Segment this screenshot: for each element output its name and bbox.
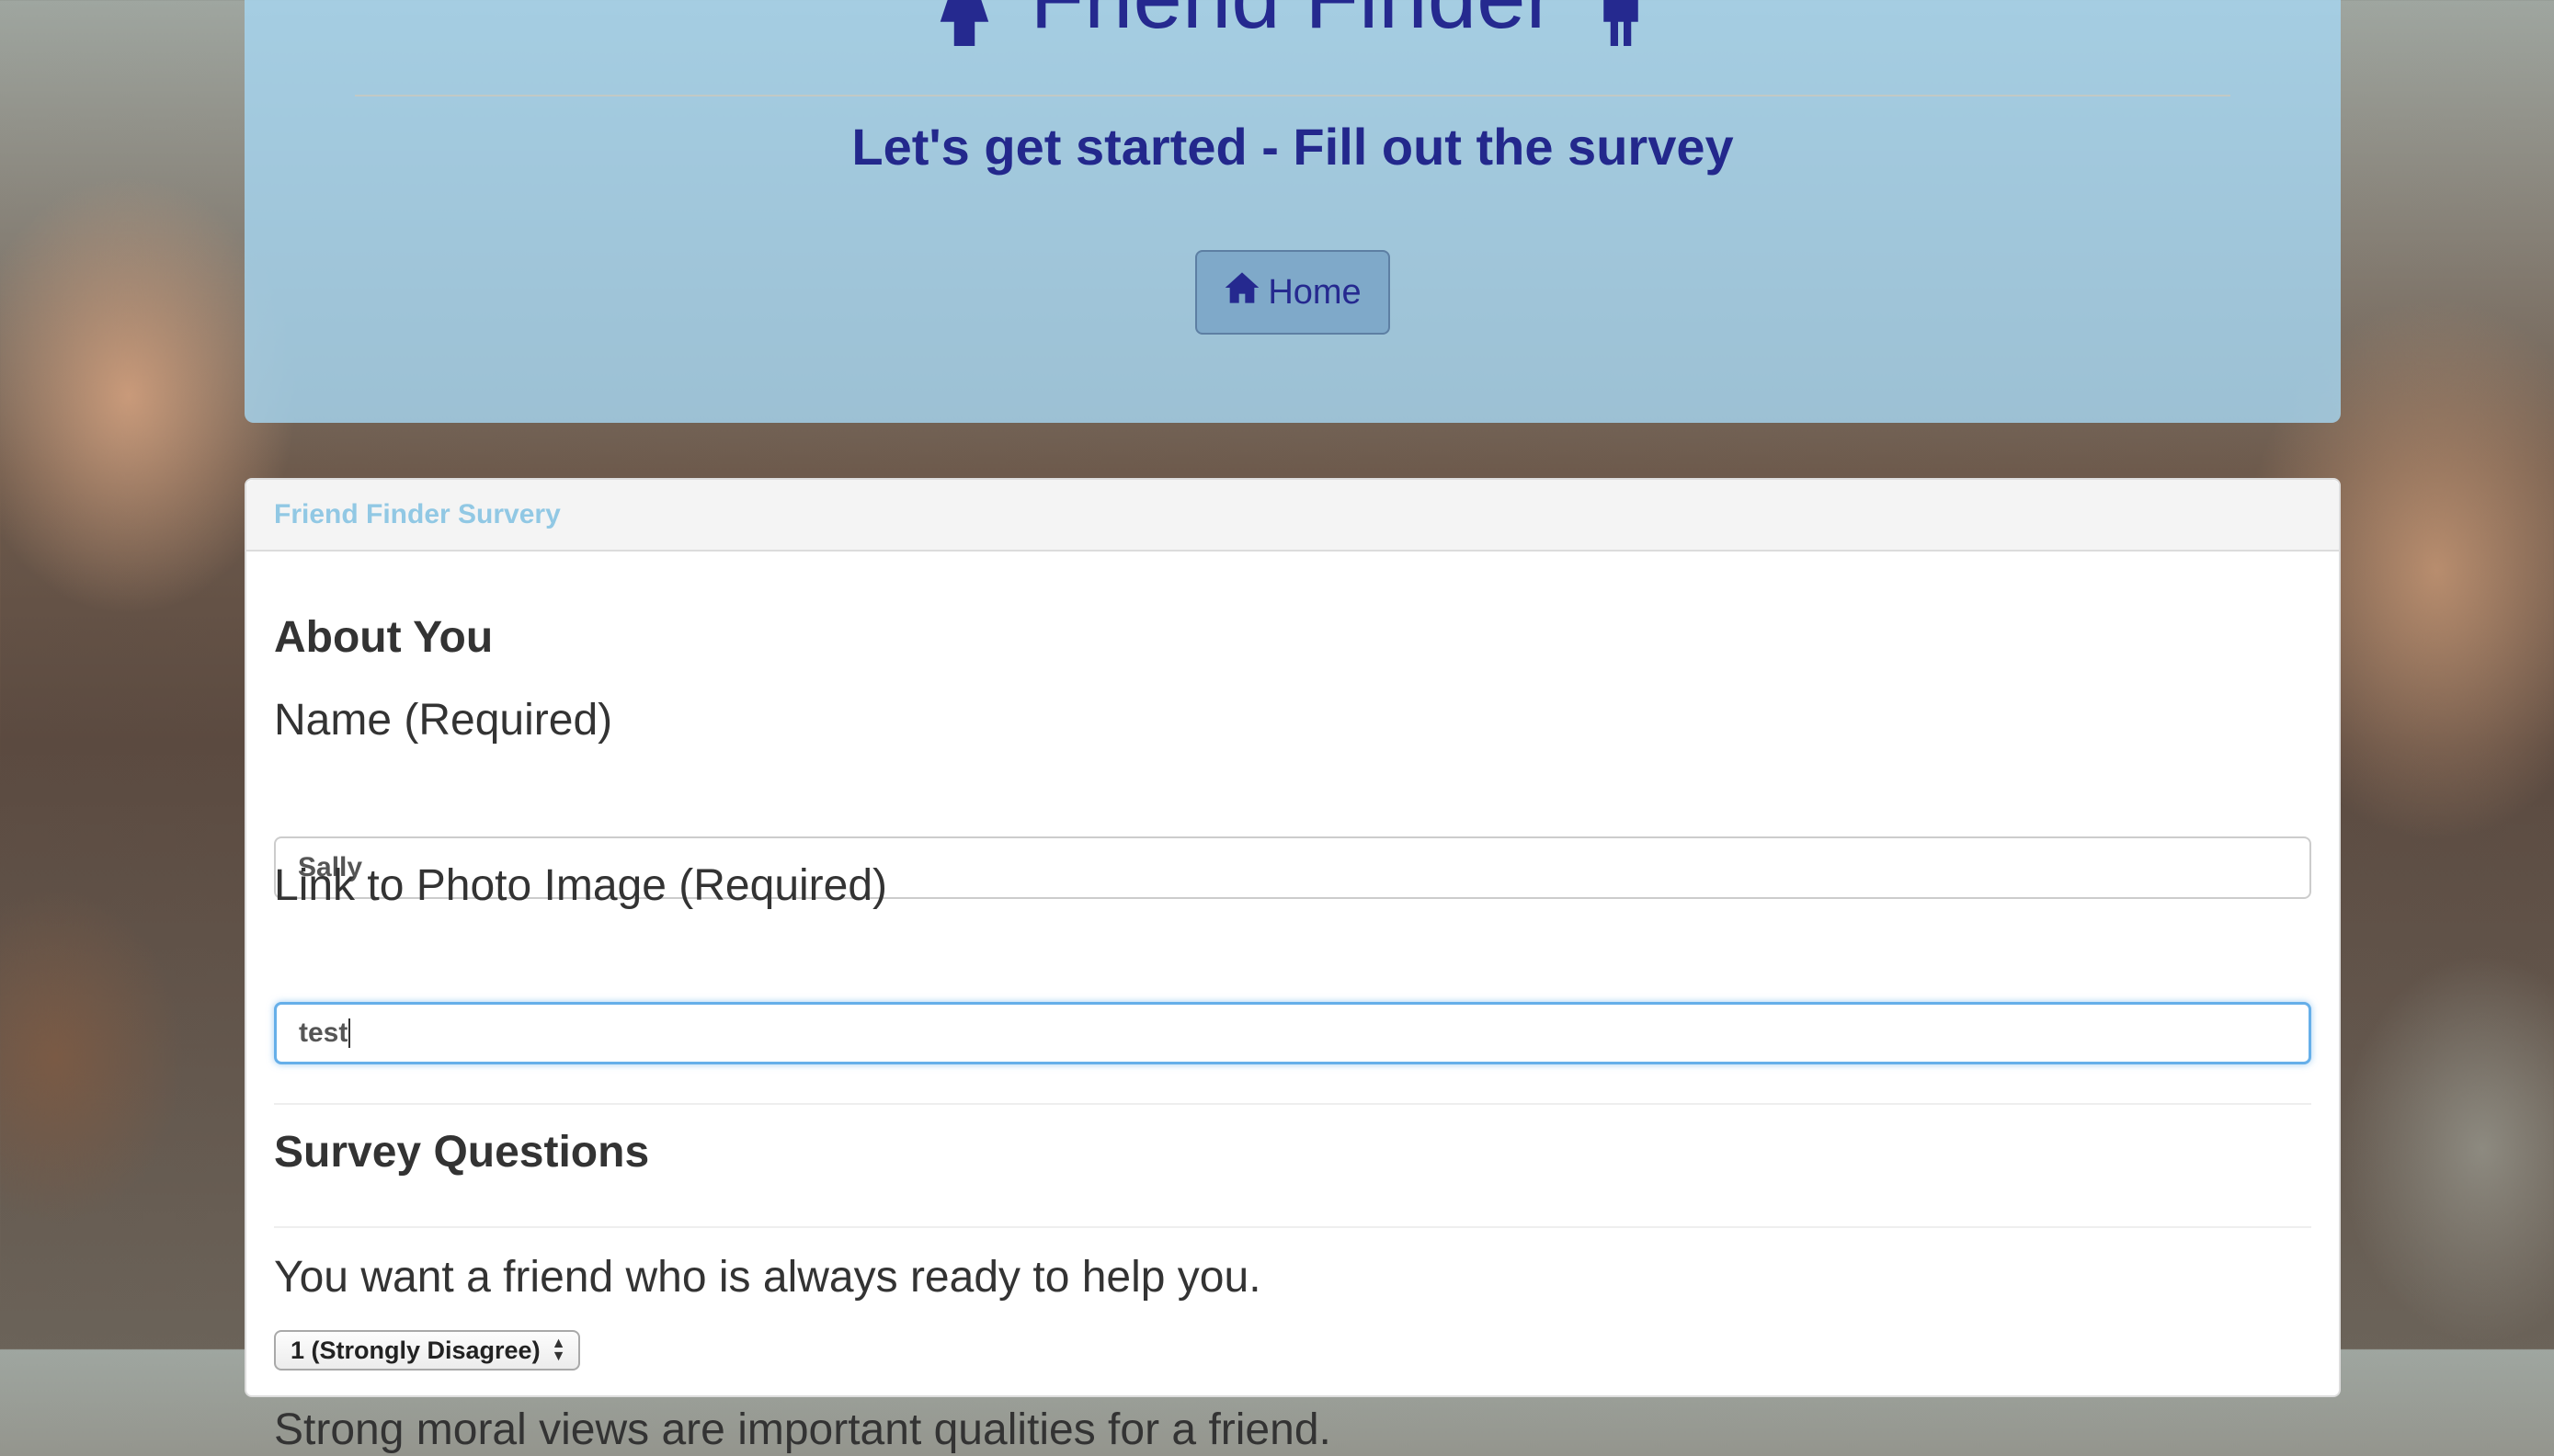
survey-questions-heading: Survey Questions xyxy=(274,1128,650,1177)
text-caret xyxy=(348,1018,351,1048)
question-1-text: You want a friend who is always ready to… xyxy=(274,1253,1261,1302)
home-icon xyxy=(1224,269,1260,315)
question-1-select[interactable]: 1 (Strongly Disagree) ▲ ▼ xyxy=(274,1330,581,1371)
photo-link-label: Link to Photo Image (Required) xyxy=(274,861,888,910)
home-button[interactable]: Home xyxy=(1195,250,1390,335)
question-1-selected-value: 1 (Strongly Disagree) xyxy=(291,1336,541,1364)
section-divider xyxy=(274,1226,2311,1228)
page-subtitle: Let's get started - Fill out the survey xyxy=(851,118,1734,176)
jumbotron: Friend Finder Let's get started - Fill o… xyxy=(245,0,2341,423)
section-divider xyxy=(274,1103,2311,1105)
photo-link-input-value: test xyxy=(299,1018,348,1048)
panel-heading: Friend Finder Survery xyxy=(246,480,2339,552)
about-you-heading: About You xyxy=(274,613,494,662)
survey-panel: Friend Finder Survery About You Name (Re… xyxy=(245,478,2341,1454)
female-person-icon xyxy=(923,0,1031,47)
male-person-icon xyxy=(1579,0,1662,47)
photo-link-input[interactable]: test xyxy=(274,1002,2311,1064)
site-title-text: Friend Finder xyxy=(1031,0,1556,47)
site-title: Friend Finder xyxy=(245,0,2341,46)
home-button-label: Home xyxy=(1268,272,1362,312)
select-arrows-icon: ▲ ▼ xyxy=(551,1336,566,1364)
question-2-text: Strong moral views are important qualiti… xyxy=(274,1405,1331,1454)
name-label: Name (Required) xyxy=(274,696,613,745)
header-divider xyxy=(355,95,2230,97)
